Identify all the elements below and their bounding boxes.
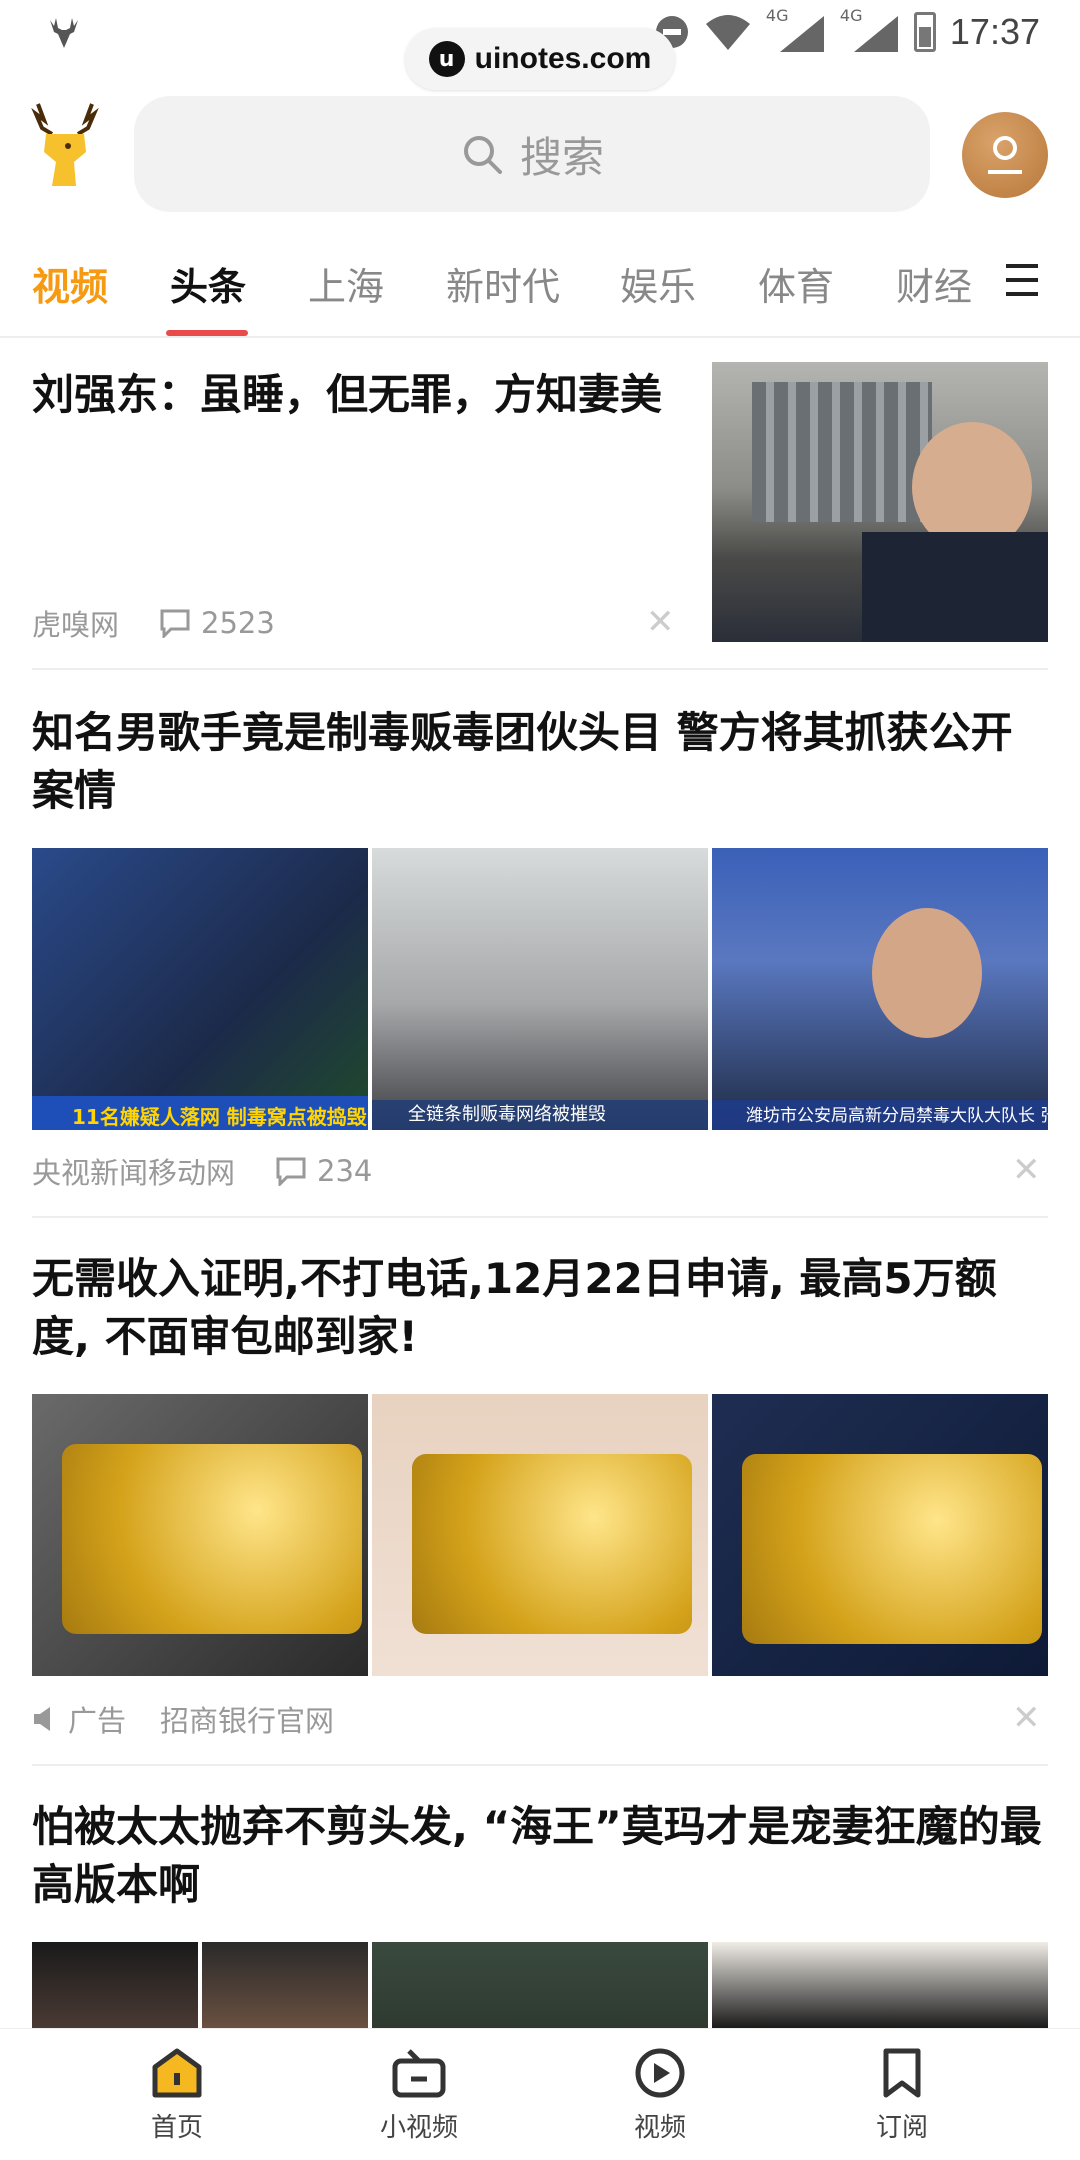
news-image-row[interactable]: 11名嫌疑人落网 制毒窝点被捣毁 全链条制贩毒网络被摧毁 潍坊市公安局高新分局禁…: [32, 848, 1048, 1130]
nav-subscribe[interactable]: 订阅: [812, 2047, 992, 2144]
nav-video-label: 视频: [633, 2113, 686, 2143]
network-type-label: 4G: [765, 6, 789, 25]
watermark-badge: u uinotes.com: [405, 28, 675, 90]
network-type-label: 4G: [839, 6, 863, 25]
watermark-text: uinotes.com: [474, 42, 652, 75]
ad-meta: 广告 招商银行官网: [32, 1698, 334, 1740]
ad-image: [32, 1394, 368, 1676]
signal-1-icon: 4G: [766, 6, 826, 54]
search-input[interactable]: 搜索: [134, 96, 930, 212]
nav-home[interactable]: 首页: [87, 2047, 267, 2144]
bookmark-icon: [883, 2048, 921, 2098]
watermark-logo-icon: u: [428, 41, 465, 77]
status-time: 17:37: [949, 11, 1040, 52]
news-thumbnail[interactable]: [712, 362, 1048, 642]
news-item[interactable]: 知名男歌手竟是制毒贩毒团伙头目 警方将其抓获公开案情: [32, 704, 1048, 820]
wifi-icon: [705, 15, 750, 50]
tab-headlines[interactable]: 头条: [170, 256, 246, 311]
nav-subscribe-label: 订阅: [875, 2113, 928, 2143]
app-logo-icon: [31, 103, 99, 186]
ad-item[interactable]: 无需收入证明,不打电话,12月22日申请, 最高5万额度, 不面审包邮到家!: [32, 1250, 1048, 1366]
channel-tabs: 视频 头条 上海 新时代 娱乐 体育 财经: [0, 236, 1080, 338]
user-avatar-button[interactable]: [962, 112, 1048, 198]
comment-count: 2523: [201, 606, 275, 640]
ad-label: 广告: [68, 1704, 127, 1738]
ad-title: 无需收入证明,不打电话,12月22日申请, 最高5万额度, 不面审包邮到家!: [32, 1254, 997, 1361]
image-caption: 11名嫌疑人落网 制毒窝点被捣毁: [72, 1105, 367, 1129]
divider: [32, 668, 1048, 670]
search-placeholder: 搜索: [519, 132, 604, 182]
tab-sports[interactable]: 体育: [758, 256, 834, 311]
nav-video[interactable]: 视频: [570, 2047, 750, 2144]
user-icon: [988, 136, 1022, 174]
home-icon: [152, 2048, 202, 2098]
news-image: [372, 1942, 708, 2028]
news-item[interactable]: 怕被太太抛弃不剪头发, “海王”莫玛才是宠妻狂魔的最高版本啊: [32, 1798, 1048, 1914]
news-source: 央视新闻移动网: [32, 1156, 236, 1190]
comment-icon: [160, 609, 190, 638]
news-image: 潍坊市公安局高新分局禁毒大队大队长 张: [712, 848, 1048, 1130]
speaker-icon: [34, 1707, 50, 1731]
search-icon: [463, 136, 502, 174]
tab-finance[interactable]: 财经: [896, 256, 972, 311]
image-caption: 潍坊市公安局高新分局禁毒大队大队长 张: [746, 1106, 1048, 1126]
deer-notification-icon: [50, 18, 78, 48]
news-meta: 虎嗅网 2523: [32, 602, 275, 644]
signal-2-icon: 4G: [840, 6, 900, 54]
tab-new-era[interactable]: 新时代: [446, 256, 560, 311]
dismiss-close-icon[interactable]: ✕: [1012, 1150, 1041, 1190]
comment-count: 234: [317, 1154, 373, 1188]
nav-short-video-label: 小视频: [379, 2113, 458, 2143]
news-item[interactable]: 刘强东：虽睡，但无罪，方知妻美: [32, 366, 692, 424]
nav-home-label: 首页: [150, 2113, 203, 2143]
tab-video[interactable]: 视频: [32, 256, 108, 311]
ad-image: [712, 1394, 1048, 1676]
dismiss-close-icon[interactable]: ✕: [1012, 1698, 1041, 1738]
dismiss-close-icon[interactable]: ✕: [646, 602, 675, 642]
channel-menu-icon[interactable]: [1004, 260, 1040, 300]
news-title: 刘强东：虽睡，但无罪，方知妻美: [32, 370, 663, 419]
tab-shanghai[interactable]: 上海: [308, 256, 384, 311]
comment-icon: [276, 1157, 306, 1186]
news-title: 怕被太太抛弃不剪头发, “海王”莫玛才是宠妻狂魔的最高版本啊: [32, 1802, 1042, 1909]
bottom-nav: 首页 小视频 视频 订阅: [0, 2028, 1080, 2160]
battery-icon: [913, 12, 936, 52]
active-tab-indicator: [166, 330, 248, 336]
news-image: [32, 1942, 368, 2028]
ad-image: [372, 1394, 708, 1676]
tab-entertainment[interactable]: 娱乐: [620, 256, 696, 311]
news-source: 虎嗅网: [32, 608, 120, 642]
divider: [32, 1216, 1048, 1218]
status-icons: 4G 4G 17:37: [654, 6, 1040, 56]
news-title: 知名男歌手竟是制毒贩毒团伙头目 警方将其抓获公开案情: [32, 708, 1013, 815]
nav-short-video[interactable]: 小视频: [329, 2047, 509, 2144]
ad-image-row[interactable]: [32, 1394, 1048, 1676]
play-icon: [635, 2048, 685, 2098]
ad-source: 招商银行官网: [160, 1704, 335, 1738]
image-caption: 全链条制贩毒网络被摧毁: [408, 1104, 606, 1125]
news-meta: 央视新闻移动网 234: [32, 1150, 372, 1192]
news-image-row[interactable]: [32, 1942, 1048, 2028]
news-image: 全链条制贩毒网络被摧毁: [372, 848, 708, 1130]
divider: [32, 1764, 1048, 1766]
news-image: 11名嫌疑人落网 制毒窝点被捣毁: [32, 848, 368, 1130]
tv-icon: [392, 2049, 446, 2098]
news-image: [712, 1942, 1048, 2028]
